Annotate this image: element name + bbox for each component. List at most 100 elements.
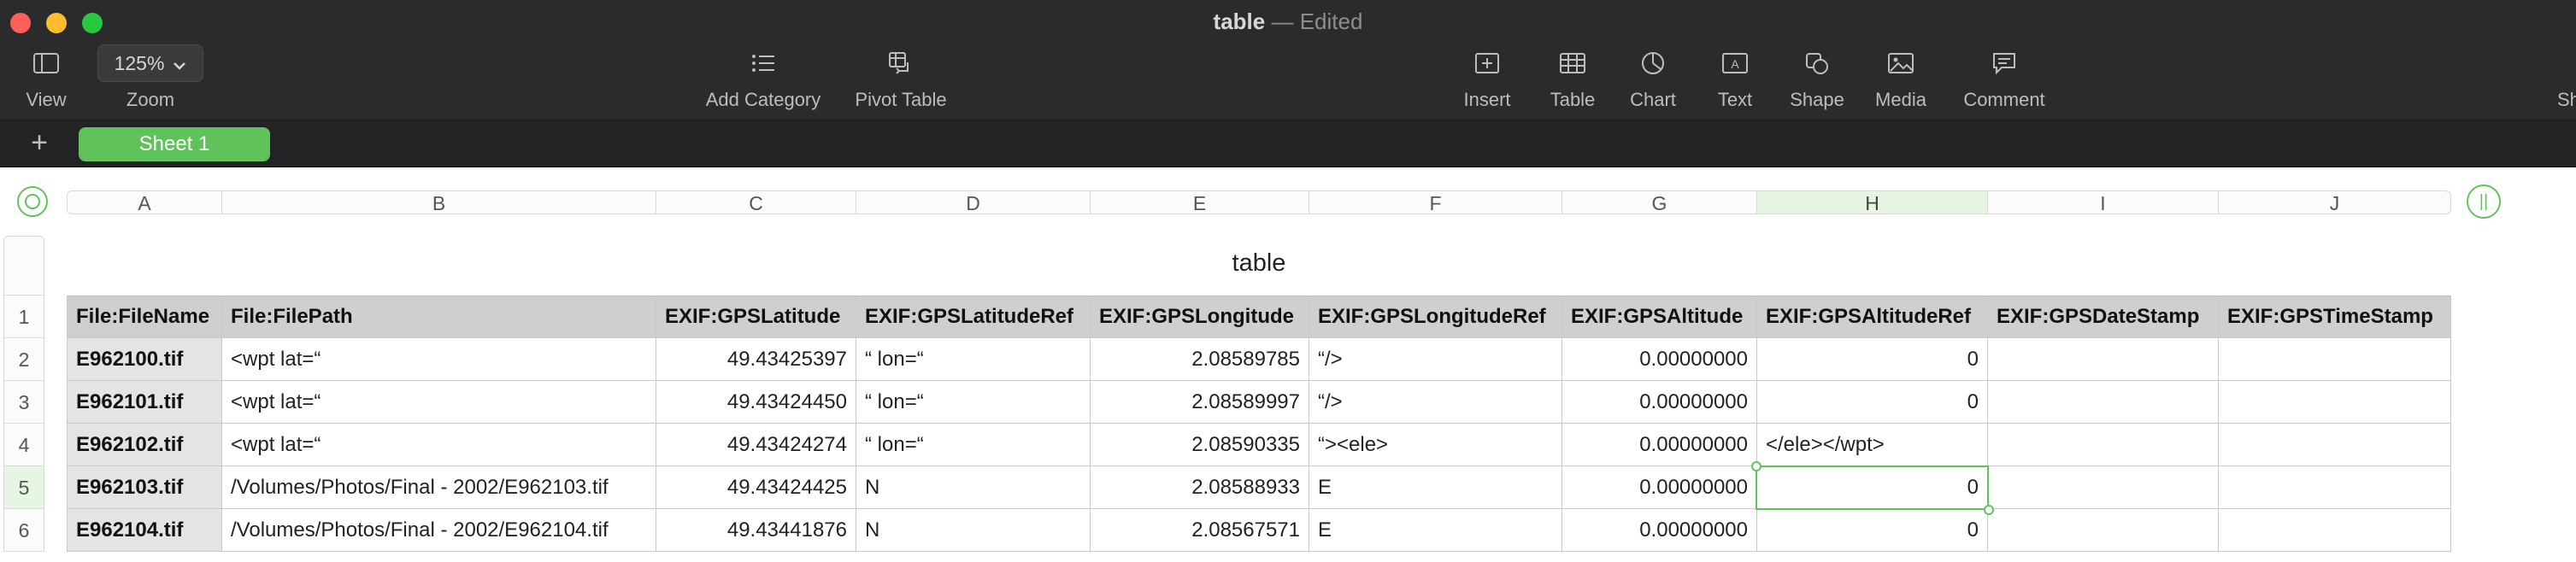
view-button[interactable]: View bbox=[12, 44, 80, 111]
table-cell-c6[interactable]: 49.43441876 bbox=[656, 509, 856, 552]
column-header-h[interactable]: H bbox=[1757, 190, 1988, 214]
table-header-cell-i[interactable]: EXIF:GPSDateStamp bbox=[1988, 296, 2219, 338]
pivot-table-button[interactable]: Pivot Table bbox=[848, 44, 954, 111]
table-header-cell-c[interactable]: EXIF:GPSLatitude bbox=[656, 296, 856, 338]
table-header-cell-f[interactable]: EXIF:GPSLongitudeRef bbox=[1309, 296, 1562, 338]
column-header-d[interactable]: D bbox=[856, 190, 1091, 214]
table-header-cell-a[interactable]: File:FileName bbox=[67, 296, 222, 338]
table-cell-d2[interactable]: “ lon=“ bbox=[856, 338, 1091, 381]
selection-handle-top-left[interactable] bbox=[1751, 461, 1761, 471]
column-header-b[interactable]: B bbox=[222, 190, 656, 214]
text-button[interactable]: A Text bbox=[1701, 44, 1769, 111]
column-header-i[interactable]: I bbox=[1988, 190, 2219, 214]
selection-handle-bottom-right[interactable] bbox=[1984, 505, 1994, 515]
table-cell-j3[interactable] bbox=[2219, 381, 2451, 424]
table-cell-i3[interactable] bbox=[1988, 381, 2219, 424]
table-cell-e5[interactable]: 2.08588933 bbox=[1091, 466, 1309, 509]
row-header-6[interactable]: 6 bbox=[3, 509, 44, 552]
table-header-cell-j[interactable]: EXIF:GPSTimeStamp bbox=[2219, 296, 2451, 338]
table-cell-f3[interactable]: “/> bbox=[1309, 381, 1562, 424]
select-all-table-button[interactable] bbox=[17, 186, 48, 217]
svg-text:A: A bbox=[1731, 57, 1739, 71]
table-cell-d3[interactable]: “ lon=“ bbox=[856, 381, 1091, 424]
table-cell-d5[interactable]: N bbox=[856, 466, 1091, 509]
table-cell-d6[interactable]: N bbox=[856, 509, 1091, 552]
row-header-2[interactable]: 2 bbox=[3, 338, 44, 381]
table-cell-g6[interactable]: 0.00000000 bbox=[1562, 509, 1757, 552]
table-cell-a3[interactable]: E962101.tif bbox=[67, 381, 222, 424]
table-cell-a4[interactable]: E962102.tif bbox=[67, 424, 222, 466]
table-cell-f6[interactable]: E bbox=[1309, 509, 1562, 552]
table-button[interactable]: Table bbox=[1538, 44, 1607, 111]
table-cell-h3[interactable]: 0 bbox=[1757, 381, 1988, 424]
table-cell-a6[interactable]: E962104.tif bbox=[67, 509, 222, 552]
row-header-4[interactable]: 4 bbox=[3, 424, 44, 466]
table-cell-e4[interactable]: 2.08590335 bbox=[1091, 424, 1309, 466]
table-cell-g4[interactable]: 0.00000000 bbox=[1562, 424, 1757, 466]
sheet-tab-sheet-1[interactable]: Sheet 1 bbox=[79, 127, 270, 161]
table-cell-a5[interactable]: E962103.tif bbox=[67, 466, 222, 509]
zoom-control[interactable]: 125% Zoom bbox=[97, 44, 203, 111]
table-cell-f4[interactable]: “><ele> bbox=[1309, 424, 1562, 466]
shape-button[interactable]: Shape bbox=[1783, 44, 1851, 111]
media-button[interactable]: Media bbox=[1867, 44, 1935, 111]
table-header-cell-d[interactable]: EXIF:GPSLatitudeRef bbox=[856, 296, 1091, 338]
table-cell-i6[interactable] bbox=[1988, 509, 2219, 552]
table-cell-b3[interactable]: <wpt lat=“ bbox=[222, 381, 656, 424]
table-header-cell-g[interactable]: EXIF:GPSAltitude bbox=[1562, 296, 1757, 338]
column-header-f[interactable]: F bbox=[1309, 190, 1562, 214]
plus-square-icon bbox=[1453, 44, 1521, 82]
table-cell-j5[interactable] bbox=[2219, 466, 2451, 509]
table-cell-j4[interactable] bbox=[2219, 424, 2451, 466]
insert-button[interactable]: Insert bbox=[1453, 44, 1521, 111]
table-cell-h4[interactable]: </ele></wpt> bbox=[1757, 424, 1988, 466]
table-cell-e6[interactable]: 2.08567571 bbox=[1091, 509, 1309, 552]
share-button-partial[interactable]: Sh bbox=[2557, 44, 2576, 111]
zoom-select[interactable]: 125% bbox=[97, 44, 203, 82]
column-header-g[interactable]: G bbox=[1562, 190, 1757, 214]
table-cell-b2[interactable]: <wpt lat=“ bbox=[222, 338, 656, 381]
row-header-5[interactable]: 5 bbox=[3, 466, 44, 509]
table-cell-j2[interactable] bbox=[2219, 338, 2451, 381]
table-cell-g2[interactable]: 0.00000000 bbox=[1562, 338, 1757, 381]
column-header-e[interactable]: E bbox=[1091, 190, 1309, 214]
table-header-cell-h[interactable]: EXIF:GPSAltitudeRef bbox=[1757, 296, 1988, 338]
table-cell-c2[interactable]: 49.43425397 bbox=[656, 338, 856, 381]
table-cell-i2[interactable] bbox=[1988, 338, 2219, 381]
table-cell-h6[interactable]: 0 bbox=[1757, 509, 1988, 552]
table-cell-c3[interactable]: 49.43424450 bbox=[656, 381, 856, 424]
table-cell-i5[interactable] bbox=[1988, 466, 2219, 509]
table-cell-f2[interactable]: “/> bbox=[1309, 338, 1562, 381]
column-header-j[interactable]: J bbox=[2219, 190, 2451, 214]
add-sheet-button[interactable]: + bbox=[24, 126, 55, 160]
table-cell-e3[interactable]: 2.08589997 bbox=[1091, 381, 1309, 424]
table-header-cell-b[interactable]: File:FilePath bbox=[222, 296, 656, 338]
table-cell-b6[interactable]: /Volumes/Photos/Final - 2002/E962104.tif bbox=[222, 509, 656, 552]
table-cell-a2[interactable]: E962100.tif bbox=[67, 338, 222, 381]
title-separator: — bbox=[1271, 9, 1294, 34]
row-header-1[interactable]: 1 bbox=[3, 296, 44, 338]
zoom-value: 125% bbox=[114, 51, 165, 74]
table-cell-f5[interactable]: E bbox=[1309, 466, 1562, 509]
table-cell-j6[interactable] bbox=[2219, 509, 2451, 552]
column-header-a[interactable]: A bbox=[67, 190, 222, 214]
row-header-3[interactable]: 3 bbox=[3, 381, 44, 424]
comment-button[interactable]: Comment bbox=[1957, 44, 2051, 111]
table-cell-c4[interactable]: 49.43424274 bbox=[656, 424, 856, 466]
table-cell-h2[interactable]: 0 bbox=[1757, 338, 1988, 381]
table-cell-b5[interactable]: /Volumes/Photos/Final - 2002/E962103.tif bbox=[222, 466, 656, 509]
table-cell-g3[interactable]: 0.00000000 bbox=[1562, 381, 1757, 424]
table-cell-b4[interactable]: <wpt lat=“ bbox=[222, 424, 656, 466]
table-cell-g5[interactable]: 0.00000000 bbox=[1562, 466, 1757, 509]
chart-button[interactable]: Chart bbox=[1619, 44, 1687, 111]
table-header-cell-e[interactable]: EXIF:GPSLongitude bbox=[1091, 296, 1309, 338]
table-cell-e2[interactable]: 2.08589785 bbox=[1091, 338, 1309, 381]
table-cell-d4[interactable]: “ lon=“ bbox=[856, 424, 1091, 466]
media-icon bbox=[1867, 44, 1935, 82]
add-category-button[interactable]: Add Category bbox=[699, 44, 827, 111]
table-cell-c5[interactable]: 49.43424425 bbox=[656, 466, 856, 509]
table-cell-i4[interactable] bbox=[1988, 424, 2219, 466]
shape-icon bbox=[1783, 44, 1851, 82]
column-header-c[interactable]: C bbox=[656, 190, 856, 214]
column-resize-handle[interactable]: || bbox=[2467, 184, 2501, 219]
